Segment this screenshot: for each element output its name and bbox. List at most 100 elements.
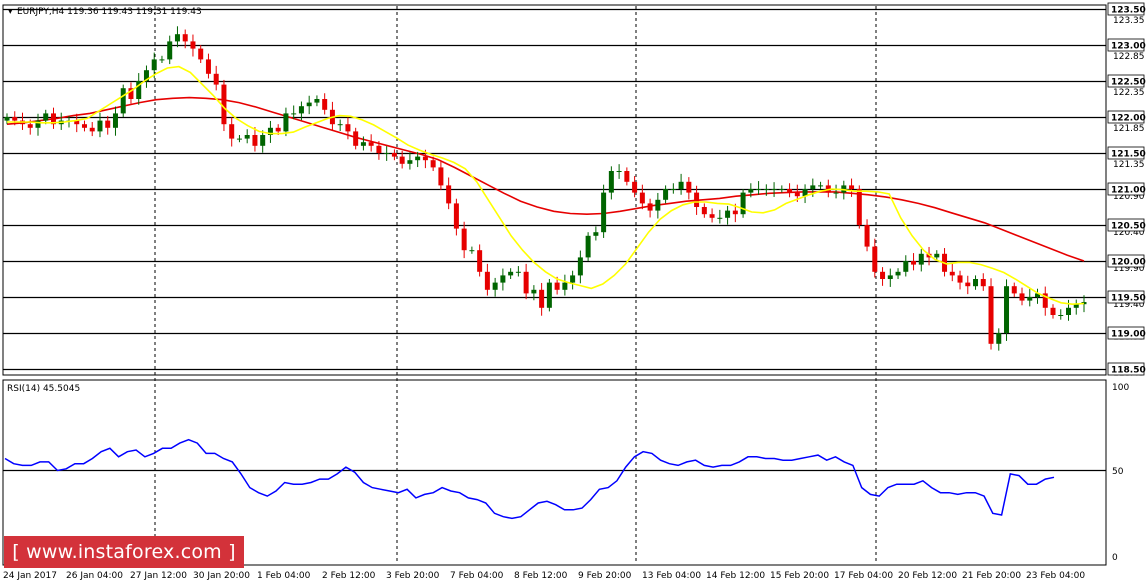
candle-body-76 [593,232,599,236]
instaforex-watermark-banner[interactable]: [ www.instaforex.com ] [4,536,244,568]
price-tick-3: 121.85 [1113,124,1145,134]
candle-body-55 [430,160,436,168]
candle-body-32 [252,135,258,146]
candle-body-83 [647,203,653,211]
candle-body-50 [391,153,397,157]
date-label-3: 30 Jan 20:00 [193,571,250,581]
candle-body-88 [686,181,692,193]
candle-body-79 [616,171,622,172]
candle-body-59 [461,228,467,251]
candle-body-24 [190,41,196,49]
chart-canvas: 123.35122.85122.35121.85121.35120.90120.… [0,0,1147,585]
candle-body-30 [236,138,242,140]
candle-body-43 [337,124,343,126]
candle-body-129 [1004,286,1010,333]
candle-body-37 [291,113,297,115]
candle-body-69 [539,289,545,308]
candle-body-44 [345,124,351,132]
candle-body-64 [500,275,506,283]
candle-body-35 [275,127,281,132]
date-label-7: 7 Feb 04:00 [450,571,504,581]
candle-body-95 [740,192,746,215]
candle-75 [585,232,591,261]
candle-body-90 [701,207,707,215]
candle-77 [601,184,607,238]
level-label-4: 121.50 [1111,150,1146,160]
candle-body-128 [996,333,1002,344]
candle-body-36 [283,113,289,132]
date-label-0: 24 Jan 2017 [3,571,57,581]
candle-body-135 [1050,307,1056,315]
candle-body-49 [384,153,390,154]
price-tick-4: 121.35 [1113,160,1145,170]
candle-body-113 [880,271,886,279]
candle-body-111 [864,225,870,247]
candle-body-130 [1011,286,1017,294]
date-label-10: 13 Feb 04:00 [642,571,701,581]
candle-body-77 [601,192,607,233]
level-label-6: 120.50 [1111,222,1146,232]
candle-body-60 [469,250,475,252]
candle-body-91 [709,214,715,218]
symbol-line: EURJPY,H4 119.36 119.43 119.31 119.43 [17,7,202,17]
candle-body-31 [244,135,250,139]
level-label-10: 118.50 [1111,366,1146,376]
candle-body-78 [608,171,614,193]
candle-body-114 [887,275,893,279]
candle-body-51 [399,156,405,164]
candle-body-89 [694,192,700,207]
time-axis-labels: 24 Jan 2017 26 Jan 04:00 27 Jan 12:00 30 Ja… [3,571,1085,581]
date-label-12: 15 Feb 20:00 [770,571,829,581]
candle-body-52 [407,160,413,164]
candle-70 [546,279,552,312]
candle-body-68 [531,289,537,294]
candle-body-102 [794,192,800,197]
candle-body-74 [577,257,583,276]
date-label-16: 23 Feb 04:00 [1026,571,1085,581]
candle-body-132 [1027,297,1033,301]
candle-body-61 [477,250,483,272]
candle-body-40 [314,99,320,103]
candle-body-104 [810,185,816,189]
candle-body-67 [523,271,529,294]
rsi-scale-100: 100 [1112,383,1129,393]
candle-body-19 [151,59,157,71]
candle-body-54 [422,156,428,161]
candle-body-110 [856,189,862,225]
rsi-scale-50: 50 [1112,467,1124,477]
candle-body-27 [213,73,219,85]
candle-body-126 [980,279,986,287]
candle-body-109 [849,185,855,189]
candle-body-71 [554,282,560,290]
level-label-5: 121.00 [1111,186,1146,196]
price-tick-1: 122.85 [1113,52,1145,62]
candle-body-84 [655,199,661,211]
candle-body-48 [376,145,382,153]
candle-body-125 [973,279,979,287]
candle-body-11 [89,127,95,132]
candle-body-96 [748,189,754,193]
candle-body-63 [492,282,498,290]
candle-body-116 [903,261,909,272]
level-label-7: 120.00 [1111,258,1146,268]
candle-body-98 [763,189,769,190]
candle-body-53 [415,156,421,161]
candle-body-57 [446,185,452,204]
date-label-15: 21 Feb 20:00 [962,571,1021,581]
candle-body-85 [663,189,669,200]
candle-body-75 [585,235,591,258]
date-label-6: 3 Feb 20:00 [386,571,440,581]
candle-body-26 [205,59,211,74]
candle-body-41 [322,99,328,110]
candle-body-97 [756,189,762,190]
candle-body-1 [12,117,18,121]
candle-body-118 [918,253,924,265]
level-label-3: 122.00 [1111,114,1146,124]
candle-body-66 [515,271,521,273]
rsi-label: RSI(14) 45.5045 [7,384,80,394]
chart-background [0,0,1147,585]
candle-body-45 [353,131,359,146]
level-label-9: 119.00 [1111,330,1146,340]
candle-body-124 [965,282,971,287]
date-label-14: 20 Feb 12:00 [898,571,957,581]
